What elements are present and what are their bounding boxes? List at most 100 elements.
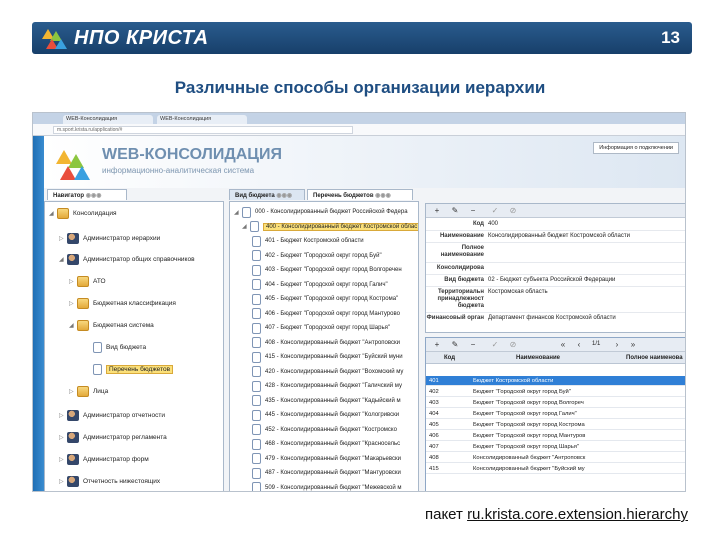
folder-icon <box>77 319 89 331</box>
budget-tree-item[interactable]: 406 - Бюджет "Городской округ город Мант… <box>252 308 400 320</box>
first-page-icon[interactable]: « <box>556 340 570 350</box>
budget-tree-item[interactable]: 401 - Бюджет Костромской области <box>252 235 364 247</box>
expand-arrow-icon[interactable]: ◢ <box>69 322 77 329</box>
nav-item[interactable]: ▷ Администратор отчетности <box>59 408 165 422</box>
budget-tree-item[interactable]: 420 - Консолидированный бюджет "Вохомски… <box>252 366 403 378</box>
expand-arrow-icon[interactable]: ◢ <box>242 223 250 230</box>
form-field-value[interactable]: Департамент финансов Костромской области <box>488 315 682 322</box>
browser-tab-1[interactable]: WEB-Консолидация <box>63 115 153 124</box>
remove-icon[interactable]: − <box>466 206 480 216</box>
nav-item[interactable]: ▷ Бюджетная классификация <box>69 296 176 310</box>
nav-item-label: Лица <box>93 387 109 395</box>
caption-prefix: пакет <box>424 506 468 523</box>
expand-arrow-icon[interactable]: ◢ <box>234 209 242 216</box>
budget-tree-item-selected[interactable]: ◢ 400 - Консолидированный бюджет Костромс… <box>242 221 418 233</box>
expand-arrow-icon[interactable]: ▷ <box>69 300 77 307</box>
table-row[interactable]: 406 Бюджет "Городской округ город Мантуро… <box>426 431 685 441</box>
budget-tree-item[interactable]: 408 - Консолидированный бюджет "Антропов… <box>252 337 400 349</box>
budget-tree-label: 428 - Консолидированный бюджет "Галичски… <box>265 383 402 389</box>
edit-icon[interactable]: ✎ <box>448 340 462 350</box>
nav-item[interactable]: ▷ Лица <box>69 384 108 398</box>
budget-tree-item[interactable]: 509 - Консолидированный бюджет "Межевско… <box>252 482 402 491</box>
check-icon[interactable]: ✓ <box>488 340 502 350</box>
next-page-icon[interactable]: › <box>610 340 624 350</box>
connection-info-button[interactable]: Информация о подключении <box>593 142 679 154</box>
budget-tree-item[interactable]: 404 - Бюджет "Городской округ город Гали… <box>252 279 388 291</box>
budget-tree-item[interactable]: ◢ 000 - Консолидированный бюджет Российск… <box>234 206 408 218</box>
tab-controls-icon[interactable]: ◉◉◉ <box>86 193 102 199</box>
expand-arrow-icon[interactable]: ▷ <box>59 412 67 419</box>
tab-budget-list[interactable]: Перечень бюджетов ◉◉◉ <box>307 189 413 200</box>
nav-item[interactable]: Вид бюджета <box>93 340 146 354</box>
cancel-icon[interactable]: ⊘ <box>506 340 520 350</box>
table-row[interactable]: 402 Бюджет "Городской округ город Буй" <box>426 387 685 397</box>
budget-tree-item[interactable]: 403 - Бюджет "Городской округ город Волг… <box>252 264 402 276</box>
cancel-icon[interactable]: ⊘ <box>506 206 520 216</box>
nav-item[interactable]: ▷ Администратор форм <box>59 452 149 466</box>
budget-tree-label: 445 - Консолидированный бюджет "Кологрив… <box>265 412 400 418</box>
edit-icon[interactable]: ✎ <box>448 206 462 216</box>
budget-tree-label: 415 - Консолидированный бюджет "Буйский … <box>265 354 403 360</box>
table-row[interactable]: 408 Консолидированный бюджет "Антроповск <box>426 453 685 463</box>
last-page-icon[interactable]: » <box>626 340 640 350</box>
expand-arrow-icon[interactable]: ▷ <box>59 235 67 242</box>
column-header-code[interactable]: Код <box>444 355 455 361</box>
check-icon[interactable]: ✓ <box>488 206 502 216</box>
budget-tree-item[interactable]: 452 - Консолидированный бюджет "Костромс… <box>252 424 397 436</box>
cell-name: Бюджет "Городской округ город Буй" <box>473 389 571 395</box>
form-field-value[interactable]: 02 - Бюджет субъекта Российской Федераци… <box>488 277 682 284</box>
table-row[interactable]: 407 Бюджет "Городской округ город Шарья" <box>426 442 685 452</box>
column-header-fullname[interactable]: Полное наименова <box>626 355 683 361</box>
prev-page-icon[interactable]: ‹ <box>572 340 586 350</box>
tab-controls-icon[interactable]: ◉◉◉ <box>275 193 292 199</box>
nav-item[interactable]: ◢ Консолидация <box>49 206 117 220</box>
column-header-name[interactable]: Наименование <box>516 355 560 361</box>
nav-item[interactable]: ▷ Администратор регламента <box>59 430 167 444</box>
page-indicator: 1/1 <box>592 341 601 347</box>
budget-tree-label: 435 - Консолидированный бюджет "Кадыйски… <box>265 397 401 404</box>
nav-item[interactable]: ◢ Администратор общих справочников <box>59 252 195 266</box>
expand-arrow-icon[interactable]: ▷ <box>59 456 67 463</box>
nav-item-selected[interactable]: Перечень бюджетов <box>93 362 174 376</box>
cell-code: 402 <box>429 389 439 395</box>
budget-tree-item[interactable]: 445 - Консолидированный бюджет "Кологрив… <box>252 409 399 421</box>
tab-budget-type[interactable]: Вид бюджета ◉◉◉ <box>229 189 305 200</box>
add-icon[interactable]: + <box>430 340 444 350</box>
table-row[interactable]: 403 Бюджет "Городской округ город Волгоре… <box>426 398 685 408</box>
budget-tree-item[interactable]: 407 - Бюджет "Городской округ город Шарь… <box>252 322 390 334</box>
budget-tree-item[interactable]: 487 - Консолидированный бюджет "Мантуров… <box>252 467 401 479</box>
budget-tree-item[interactable]: 468 - Консолидированный бюджет "Красносе… <box>252 438 400 450</box>
browser-tab-2[interactable]: WEB-Консолидация <box>157 115 247 124</box>
url-input[interactable]: m.sport.krista.ru/application/# <box>53 126 353 134</box>
expand-arrow-icon[interactable]: ▷ <box>69 388 77 395</box>
nav-item[interactable]: ◢ Бюджетная система <box>69 318 154 332</box>
budget-tree-item[interactable]: 435 - Консолидированный бюджет "Кадыйски… <box>252 395 401 407</box>
expand-arrow-icon[interactable]: ▷ <box>69 278 77 285</box>
table-row[interactable]: 415 Консолидированный бюджет "Буйский му <box>426 464 685 474</box>
tab-controls-icon[interactable]: ◉◉◉ <box>374 193 391 199</box>
table-row-selected[interactable]: 401 Бюджет Костромской области <box>426 376 685 386</box>
navigator-tab-label: Навигатор <box>53 193 85 199</box>
add-icon[interactable]: + <box>430 206 444 216</box>
nav-item[interactable]: ▷ Отчетность нижестоящих <box>59 474 160 488</box>
budget-tree-item[interactable]: 428 - Консолидированный бюджет "Галичски… <box>252 380 402 392</box>
budget-tree-item[interactable]: 402 - Бюджет "Городской округ город Буй" <box>252 250 382 262</box>
expand-arrow-icon[interactable]: ▷ <box>59 478 67 485</box>
tab-navigator[interactable]: Навигатор ◉◉◉ <box>47 189 127 200</box>
form-field-value[interactable]: Костромская область <box>488 289 682 296</box>
form-field-value[interactable]: 400 <box>488 221 682 228</box>
document-icon <box>252 409 261 421</box>
expand-arrow-icon[interactable]: ▷ <box>59 434 67 441</box>
form-field-value[interactable]: Консолидированный бюджет Костромской обл… <box>488 233 682 240</box>
expand-arrow-icon[interactable]: ◢ <box>49 210 57 217</box>
nav-item[interactable]: ▷ АТО <box>69 274 106 288</box>
table-row[interactable]: 404 Бюджет "Городской округ город Галич" <box>426 409 685 419</box>
expand-arrow-icon[interactable]: ◢ <box>59 256 67 263</box>
budget-tree-item[interactable]: 479 - Консолидированный бюджет "Макарьев… <box>252 453 401 465</box>
table-row[interactable]: 405 Бюджет "Городской округ город Костром… <box>426 420 685 430</box>
budget-tree-item[interactable]: 415 - Консолидированный бюджет "Буйский … <box>252 351 403 363</box>
brand-name: НПО КРИСТА <box>74 27 209 49</box>
nav-item[interactable]: ▷ Администратор иерархии <box>59 231 160 245</box>
budget-tree-item[interactable]: 405 - Бюджет "Городской округ город Кост… <box>252 293 398 305</box>
remove-icon[interactable]: − <box>466 340 480 350</box>
